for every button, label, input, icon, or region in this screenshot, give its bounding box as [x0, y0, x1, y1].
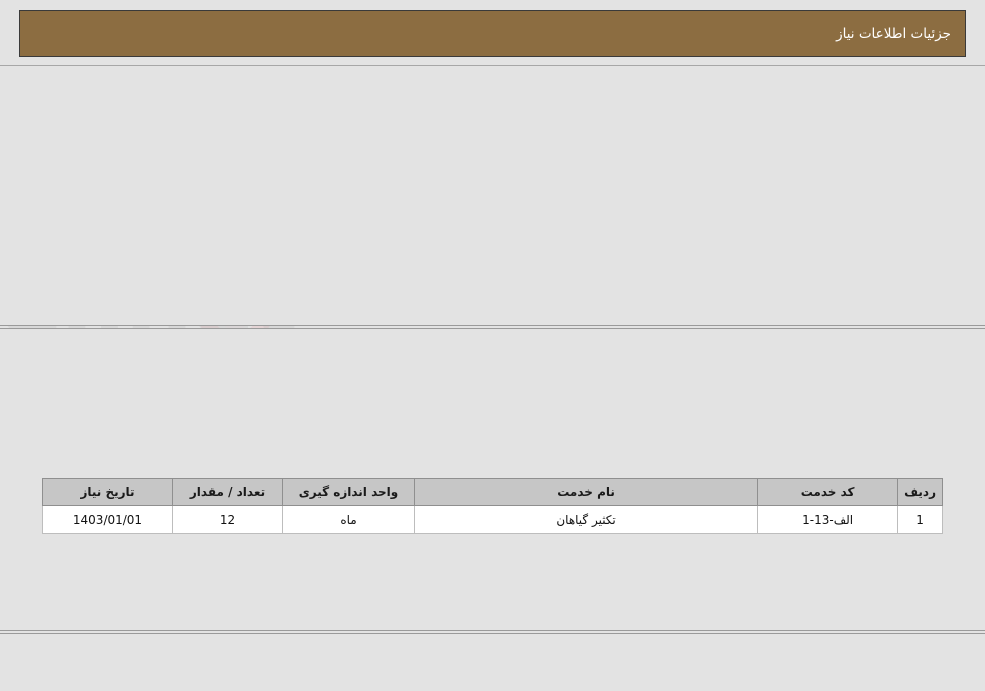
cell-row: 1: [897, 505, 943, 534]
page-root: AnaTender.net جزئیات اطلاعات نیاز شماره …: [0, 0, 985, 691]
col-header-row: ردیف: [897, 478, 943, 506]
need-info-panel: [0, 65, 985, 326]
footer-panel: [0, 633, 985, 691]
table-row: 1 الف-13-1 تکثیر گیاهان ماه 12 1403/01/0…: [42, 505, 943, 534]
services-table: ردیف کد خدمت نام خدمت واحد اندازه گیری ت…: [42, 478, 943, 534]
col-header-name: نام خدمت: [413, 478, 759, 506]
col-header-code: کد خدمت: [757, 478, 899, 506]
window-header: جزئیات اطلاعات نیاز: [19, 10, 966, 57]
page-title: جزئیات اطلاعات نیاز: [836, 25, 951, 42]
col-header-unit: واحد اندازه گیری: [282, 478, 415, 506]
col-header-qty: تعداد / مقدار: [172, 478, 283, 506]
cell-qty: 12: [172, 505, 283, 534]
cell-code: الف-13-1: [757, 505, 899, 534]
cell-unit: ماه: [282, 505, 415, 534]
table-header-row: ردیف کد خدمت نام خدمت واحد اندازه گیری ت…: [42, 478, 943, 506]
col-header-date: تاریخ نیاز: [42, 478, 173, 506]
cell-date: 1403/01/01: [42, 505, 173, 534]
cell-name: تکثیر گیاهان: [413, 505, 759, 534]
